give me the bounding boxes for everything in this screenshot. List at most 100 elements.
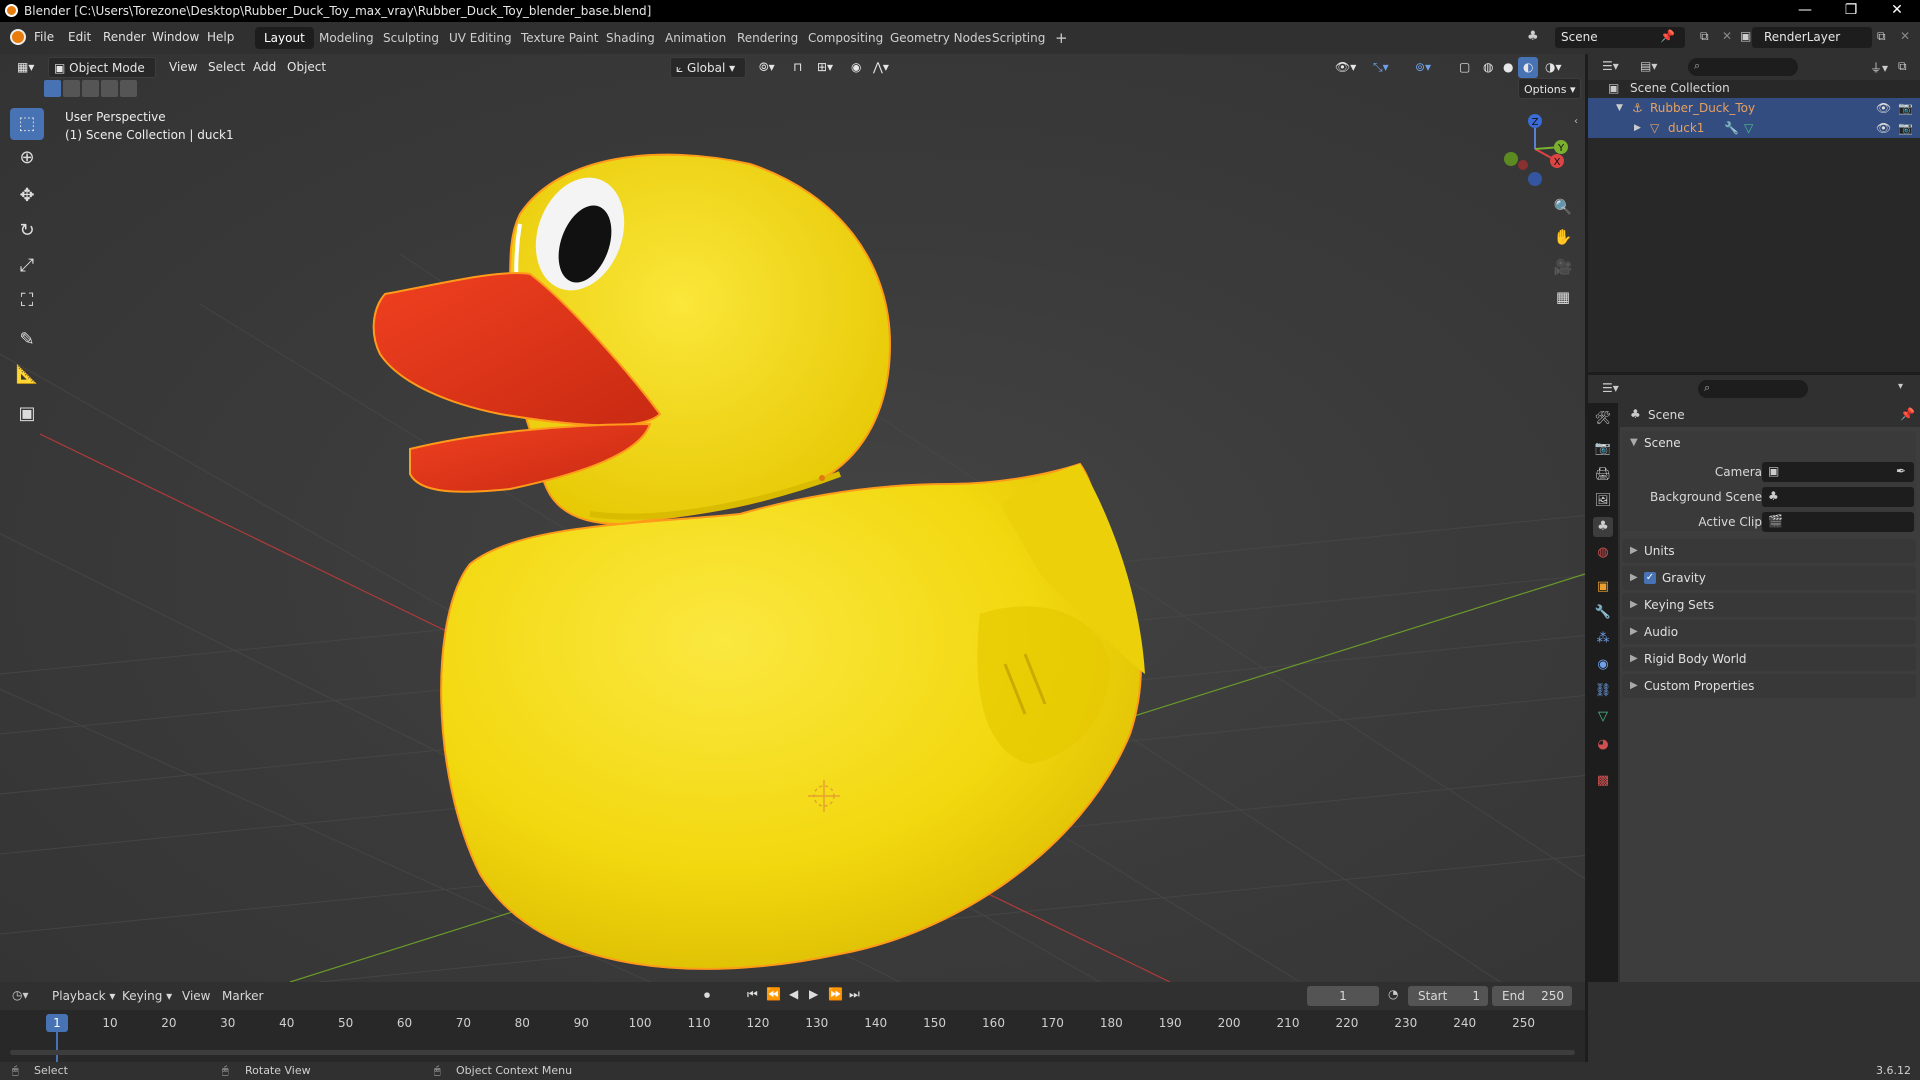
- rotate-tool-icon[interactable]: ↻: [10, 215, 44, 247]
- active-clip-field[interactable]: 🎬: [1762, 512, 1914, 532]
- selectability-visibility-icon[interactable]: 👁▾: [1330, 57, 1361, 78]
- snap-target-icon[interactable]: ⊞▾: [812, 57, 838, 78]
- pivot-point-icon[interactable]: ⦾▾: [754, 57, 780, 78]
- rendered-shading-icon[interactable]: ◑▾: [1540, 57, 1567, 78]
- tab-compositing[interactable]: Compositing: [799, 27, 892, 49]
- outliner-row-duck1[interactable]: ▶ ▽ duck1 🔧 ▽ 👁 📷: [1588, 118, 1920, 138]
- physics-tab-icon[interactable]: ◉: [1593, 655, 1613, 675]
- gravity-checkbox[interactable]: ✓: [1644, 572, 1656, 584]
- editor-type-icon[interactable]: ▦▾: [12, 57, 39, 78]
- outliner-search-input[interactable]: ⌕: [1688, 58, 1798, 76]
- view-layer-icon[interactable]: ▣: [1740, 29, 1751, 43]
- tab-scripting[interactable]: Scripting: [983, 27, 1054, 49]
- custom-properties-panel[interactable]: ▶ Custom Properties: [1622, 674, 1916, 698]
- jump-start-icon[interactable]: ⏮: [747, 987, 758, 1002]
- xray-toggle-icon[interactable]: ▢: [1454, 57, 1475, 78]
- audio-panel[interactable]: ▶ Audio: [1622, 620, 1916, 644]
- camera-field[interactable]: ▣ ✒: [1762, 462, 1914, 482]
- maximize-button[interactable]: ❐: [1828, 0, 1874, 22]
- outliner-editor-type-icon[interactable]: ☰▾: [1602, 59, 1619, 73]
- menu-file[interactable]: File: [34, 30, 54, 44]
- viewport-menu-view[interactable]: View: [164, 57, 202, 78]
- display-mode-icon[interactable]: ▤▾: [1640, 59, 1657, 73]
- view-layer-tab-icon[interactable]: 🖼: [1593, 491, 1613, 511]
- scene-tab-icon[interactable]: ♣: [1593, 517, 1613, 537]
- measure-tool-icon[interactable]: 📐: [10, 359, 44, 391]
- play-icon[interactable]: ▶: [809, 987, 818, 1001]
- timeline-editor-type-icon[interactable]: ◷▾: [12, 988, 29, 1002]
- timeline-scrollbar[interactable]: [10, 1050, 1575, 1055]
- select-new-icon[interactable]: [44, 80, 61, 97]
- new-scene-icon[interactable]: ⧉: [1700, 29, 1709, 44]
- play-reverse-icon[interactable]: ◀: [789, 987, 798, 1001]
- navigation-gizmo[interactable]: Z Y X: [1495, 109, 1575, 189]
- options-dropdown[interactable]: Options ▾: [1518, 78, 1582, 99]
- particles-tab-icon[interactable]: ⁂: [1593, 629, 1613, 649]
- units-panel[interactable]: ▶ Units: [1622, 539, 1916, 563]
- texture-tab-icon[interactable]: ▩: [1593, 771, 1613, 791]
- new-collection-icon[interactable]: ⧉: [1898, 59, 1907, 74]
- output-tab-icon[interactable]: 🖨: [1593, 465, 1613, 485]
- pin-icon[interactable]: 📌: [1900, 407, 1915, 421]
- object-tab-icon[interactable]: ▣: [1593, 577, 1613, 597]
- select-invert-icon[interactable]: [101, 80, 118, 97]
- filter-icon[interactable]: ⏚▾: [1870, 59, 1888, 76]
- solid-shading-icon[interactable]: ●: [1498, 57, 1518, 78]
- transform-tool-icon[interactable]: ⛶: [10, 285, 44, 317]
- viewport-menu-add[interactable]: Add: [248, 57, 281, 78]
- eyedropper-icon[interactable]: ✒: [1896, 464, 1906, 478]
- 3d-viewport[interactable]: ▦▾ ▣ Object Mode ▾ View Select Add Objec…: [0, 54, 1585, 982]
- timeline-menu-marker[interactable]: Marker: [222, 989, 263, 1003]
- expand-arrow-icon[interactable]: ▶: [1634, 118, 1641, 138]
- falloff-icon[interactable]: ⋀▾: [868, 57, 894, 78]
- select-extend-icon[interactable]: [63, 80, 80, 97]
- move-tool-icon[interactable]: ✥: [10, 180, 44, 212]
- timeline-ruler[interactable]: 10 20 30 40 50 60 70 80 90 100 110 120 130 140 150 160 1…: [0, 1010, 1585, 1062]
- timeline-menu-keying[interactable]: Keying ▾: [122, 989, 172, 1003]
- properties-options-icon[interactable]: ▾: [1898, 381, 1903, 392]
- properties-search-input[interactable]: ⌕: [1698, 380, 1808, 398]
- tab-uv-editing[interactable]: UV Editing: [440, 27, 521, 49]
- overlays-toggle-icon[interactable]: ⊚▾: [1410, 57, 1436, 78]
- tool-tab-icon[interactable]: 🛠: [1593, 409, 1613, 429]
- minimize-button[interactable]: —: [1782, 0, 1828, 22]
- close-button[interactable]: ✕: [1874, 0, 1920, 22]
- prev-keyframe-icon[interactable]: ⏪: [766, 987, 781, 1001]
- preview-range-icon[interactable]: ◔: [1388, 987, 1398, 1001]
- transform-orientation-dropdown[interactable]: ⟀ Global ▾: [670, 57, 746, 78]
- tab-layout[interactable]: Layout: [255, 27, 314, 49]
- end-frame-field[interactable]: End 250: [1492, 986, 1572, 1006]
- gizmo-toggle-icon[interactable]: ⤡▾: [1368, 57, 1394, 78]
- properties-editor-type-icon[interactable]: ☰▾: [1602, 381, 1619, 395]
- playhead-marker[interactable]: 1: [46, 1014, 68, 1032]
- visibility-eye-icon[interactable]: 👁: [1876, 118, 1891, 138]
- object-mode-dropdown[interactable]: ▣ Object Mode ▾: [48, 57, 156, 96]
- cursor-tool-icon[interactable]: ⊕: [10, 142, 44, 174]
- constraints-tab-icon[interactable]: ⛓: [1593, 681, 1613, 701]
- pin-icon[interactable]: 📌: [1660, 29, 1675, 43]
- scene-icon[interactable]: ♣: [1527, 29, 1539, 44]
- viewport-menu-select[interactable]: Select: [203, 57, 250, 78]
- material-preview-shading-icon[interactable]: ◐: [1518, 57, 1539, 78]
- data-tab-icon[interactable]: ▽: [1593, 707, 1613, 727]
- timeline-menu-playback[interactable]: Playback ▾: [52, 989, 115, 1003]
- blender-menu-icon[interactable]: [10, 29, 26, 45]
- wireframe-shading-icon[interactable]: ◍: [1478, 57, 1498, 78]
- select-subtract-icon[interactable]: [82, 80, 99, 97]
- tab-rendering[interactable]: Rendering: [728, 27, 807, 49]
- scene-panel-title[interactable]: Scene: [1644, 431, 1681, 455]
- rigid-body-world-panel[interactable]: ▶ Rigid Body World: [1622, 647, 1916, 671]
- modifiers-tab-icon[interactable]: 🔧: [1593, 603, 1613, 623]
- expand-arrow-icon[interactable]: ▼: [1616, 98, 1623, 118]
- tab-shading[interactable]: Shading: [597, 27, 664, 49]
- render-camera-icon[interactable]: 📷: [1898, 118, 1913, 138]
- viewport-menu-object[interactable]: Object: [282, 57, 331, 78]
- start-frame-field[interactable]: Start 1: [1408, 986, 1488, 1006]
- render-camera-icon[interactable]: 📷: [1898, 98, 1913, 118]
- sidebar-toggle-icon[interactable]: ‹: [1574, 116, 1578, 127]
- timeline-menu-view[interactable]: View: [182, 989, 210, 1003]
- remove-view-layer-icon[interactable]: ✕: [1900, 29, 1910, 43]
- menu-render[interactable]: Render: [103, 30, 146, 44]
- menu-window[interactable]: Window: [152, 30, 199, 44]
- scale-tool-icon[interactable]: ⤢: [10, 250, 44, 282]
